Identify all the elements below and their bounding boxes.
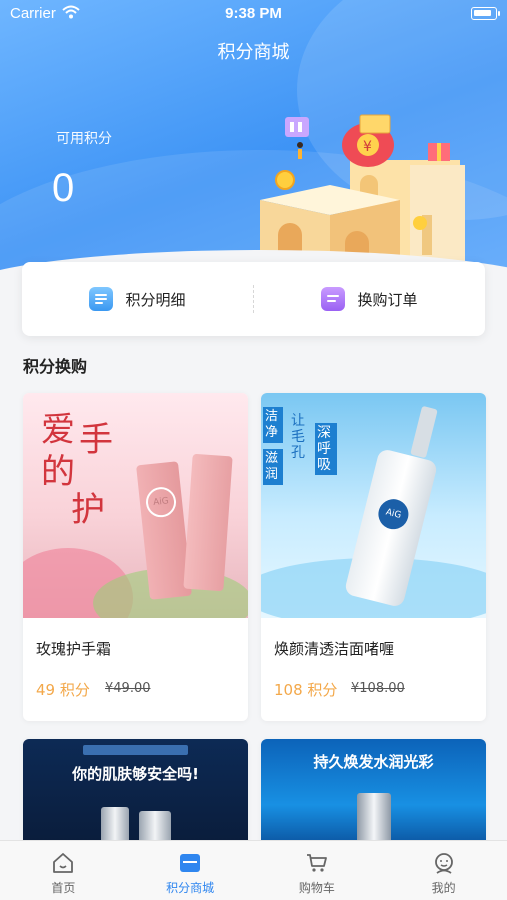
- product-original-price: ¥49.00: [105, 681, 151, 696]
- exchange-order-icon: [321, 287, 346, 311]
- product-points-price: 49 积分: [36, 681, 90, 699]
- status-bar: Carrier 9:38 PM: [0, 0, 507, 28]
- tab-label: 购物车: [298, 881, 335, 895]
- status-time: 9:38 PM: [225, 5, 282, 22]
- product-image: 你的肌肤够安全吗!: [23, 739, 248, 849]
- points-detail-button[interactable]: 积分明细: [22, 287, 253, 311]
- available-points-value: 0: [52, 166, 75, 210]
- product-original-price: ¥108.00: [351, 681, 405, 696]
- product-name: 焕颜清透洁面啫喱: [274, 640, 395, 658]
- image-text: 护: [71, 490, 105, 530]
- image-text: 持久焕发水润光彩: [313, 753, 434, 771]
- tab-profile[interactable]: 我的: [380, 841, 507, 900]
- available-points-label: 可用积分: [56, 131, 112, 147]
- exchange-order-label: 换购订单: [357, 290, 418, 309]
- product-tube: [183, 453, 233, 592]
- pump-head: [410, 405, 438, 459]
- product-card[interactable]: 你的肌肤够安全吗!: [23, 739, 248, 849]
- svg-text:¥: ¥: [363, 139, 372, 155]
- profile-icon: [434, 853, 453, 874]
- image-text: 深呼吸: [315, 423, 337, 475]
- product-name: 玫瑰护手霜: [36, 640, 112, 658]
- tab-points-mall[interactable]: 积分商城: [127, 841, 254, 900]
- points-actions-card: 积分明细 换购订单: [22, 262, 485, 336]
- tab-cart[interactable]: 购物车: [254, 841, 381, 900]
- image-text: 你的肌肤够安全吗!: [72, 765, 199, 783]
- product-image: 持久焕发水润光彩: [261, 739, 486, 849]
- points-mall-icon: [180, 854, 201, 872]
- product-image: 爱 手 的 护 AiG: [23, 393, 248, 618]
- tab-label: 积分商城: [166, 881, 215, 895]
- tab-bar: 首页 积分商城 购物车 我的: [0, 840, 507, 900]
- tab-label: 我的: [431, 881, 456, 895]
- image-text: 滋润: [263, 449, 283, 485]
- page-title: 积分商城: [217, 42, 290, 63]
- image-text: 让毛孔: [291, 413, 305, 461]
- product-card[interactable]: 洁净 滋润 让毛孔 深呼吸 AiG 焕颜清透洁面啫喱 108 积分 ¥108.0…: [261, 393, 486, 721]
- product-points-price: 108 积分: [274, 681, 338, 699]
- battery-icon: [471, 7, 500, 20]
- points-detail-label: 积分明细: [125, 290, 186, 309]
- section-title: 积分换购: [23, 357, 88, 376]
- points-detail-icon: [89, 287, 114, 311]
- product-image: 洁净 滋润 让毛孔 深呼吸 AiG: [261, 393, 486, 618]
- home-icon: [53, 853, 74, 873]
- tab-home[interactable]: 首页: [0, 841, 127, 900]
- tab-label: 首页: [51, 881, 76, 895]
- product-card[interactable]: 持久焕发水润光彩: [261, 739, 486, 849]
- cart-icon: [306, 854, 327, 872]
- product-card[interactable]: 爱 手 的 护 AiG 玫瑰护手霜 49 积分 ¥49.00: [23, 393, 248, 721]
- image-text: 洁净: [263, 407, 283, 443]
- exchange-order-button[interactable]: 换购订单: [254, 287, 485, 311]
- image-text: 手: [79, 420, 113, 460]
